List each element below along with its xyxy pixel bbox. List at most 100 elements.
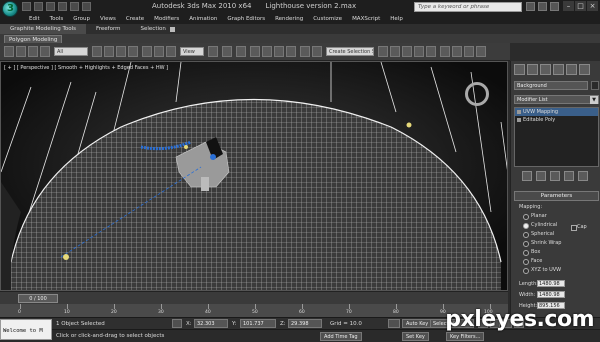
- time-slider[interactable]: 0 / 100: [0, 291, 508, 304]
- cap-checkbox[interactable]: Cap: [571, 224, 587, 231]
- key-filters-button[interactable]: Key Filters...: [446, 332, 485, 341]
- minimize-icon[interactable]: –: [563, 1, 574, 11]
- rendered-frame-window-icon[interactable]: [464, 46, 474, 57]
- y-coordinate-field[interactable]: 101.737: [240, 319, 276, 328]
- maxscript-listener[interactable]: Welcome to M: [0, 319, 52, 340]
- mapping-face-radio[interactable]: Face: [522, 258, 542, 265]
- select-scale-icon[interactable]: [166, 46, 176, 57]
- select-manipulate-icon[interactable]: [222, 46, 232, 57]
- show-end-result-icon[interactable]: [536, 171, 546, 181]
- new-file-icon[interactable]: [22, 2, 31, 11]
- set-key-button[interactable]: Set Key: [402, 332, 429, 341]
- stack-item-editable-poly[interactable]: Editable Poly: [515, 116, 598, 124]
- angle-snap-icon[interactable]: [262, 46, 272, 57]
- layer-manager-icon[interactable]: [390, 46, 400, 57]
- mapping-box-radio[interactable]: Box: [522, 249, 540, 256]
- hierarchy-tab-icon[interactable]: [540, 64, 551, 75]
- mapping-planar-radio[interactable]: Planar: [523, 213, 547, 220]
- material-editor-icon[interactable]: [440, 46, 450, 57]
- open-file-icon[interactable]: [34, 2, 43, 11]
- unlink-icon[interactable]: [28, 46, 38, 57]
- motion-tab-icon[interactable]: [553, 64, 564, 75]
- menu-group[interactable]: Group: [68, 14, 95, 24]
- close-icon[interactable]: ×: [587, 1, 598, 11]
- menu-modifiers[interactable]: Modifiers: [149, 14, 184, 24]
- modify-tab-icon[interactable]: [527, 64, 538, 75]
- reference-coordinate-dropdown[interactable]: View: [180, 47, 204, 56]
- redo-icon[interactable]: [70, 2, 79, 11]
- select-move-icon[interactable]: [142, 46, 152, 57]
- menu-graph-editors[interactable]: Graph Editors: [222, 14, 270, 24]
- viewport-label[interactable]: [ + ] [ Perspective ] [ Smooth + Highlig…: [4, 65, 168, 71]
- add-time-tag-button[interactable]: Add Time Tag: [320, 332, 362, 341]
- viewcube-icon[interactable]: [465, 82, 489, 106]
- perspective-viewport[interactable]: [ + ] [ Perspective ] [ Smooth + Highlig…: [0, 61, 508, 291]
- edit-named-selection-icon[interactable]: [300, 46, 310, 57]
- pin-stack-icon[interactable]: [522, 171, 532, 181]
- tab-freeform[interactable]: Freeform: [86, 24, 131, 34]
- display-tab-icon[interactable]: [566, 64, 577, 75]
- ribbon-toggle-icon[interactable]: [169, 26, 175, 32]
- spinner-snap-icon[interactable]: [286, 46, 296, 57]
- search-input[interactable]: Type a keyword or phrase: [414, 2, 522, 12]
- menu-tools[interactable]: Tools: [45, 14, 69, 24]
- schematic-view-icon[interactable]: [426, 46, 436, 57]
- graphite-toggle-icon[interactable]: [402, 46, 412, 57]
- remove-modifier-icon[interactable]: [564, 171, 574, 181]
- mapping-xyz-to-uvw-radio[interactable]: XYZ to UVW: [522, 267, 561, 274]
- lock-selection-icon[interactable]: [172, 319, 182, 328]
- select-object-icon[interactable]: [92, 46, 102, 57]
- menu-views[interactable]: Views: [95, 14, 121, 24]
- tab-graphite-modeling-tools[interactable]: Graphite Modeling Tools: [0, 24, 87, 34]
- key-icon[interactable]: [388, 319, 400, 328]
- undo-tool-icon[interactable]: [4, 46, 14, 57]
- helper-point[interactable]: [63, 254, 69, 260]
- keyboard-shortcut-icon[interactable]: [236, 46, 246, 57]
- auto-key-button[interactable]: Auto Key: [402, 319, 433, 328]
- modifier-list-dropdown[interactable]: Modifier List ▼: [514, 95, 599, 104]
- create-tab-icon[interactable]: [514, 64, 525, 75]
- menu-rendering[interactable]: Rendering: [270, 14, 308, 24]
- window-crossing-icon[interactable]: [128, 46, 138, 57]
- link-icon[interactable]: [16, 46, 26, 57]
- select-by-name-icon[interactable]: [104, 46, 114, 57]
- length-input[interactable]: 1480.98: [537, 280, 565, 287]
- select-rotate-icon[interactable]: [154, 46, 164, 57]
- maximize-icon[interactable]: □: [575, 1, 586, 11]
- align-icon[interactable]: [378, 46, 388, 57]
- x-coordinate-field[interactable]: 32.303: [194, 319, 228, 328]
- menu-customize[interactable]: Customize: [308, 14, 347, 24]
- helper-point[interactable]: [406, 122, 412, 128]
- selection-region-icon[interactable]: [116, 46, 126, 57]
- width-input[interactable]: 1480.98: [537, 291, 565, 298]
- curve-editor-icon[interactable]: [414, 46, 424, 57]
- selection-filter-dropdown[interactable]: All: [54, 47, 88, 56]
- z-coordinate-field[interactable]: 29.398: [288, 319, 322, 328]
- stack-item-uvw-mapping[interactable]: UVW Mapping: [515, 108, 598, 116]
- percent-snap-icon[interactable]: [274, 46, 284, 57]
- menu-create[interactable]: Create: [121, 14, 149, 24]
- project-folder-icon[interactable]: [82, 2, 91, 11]
- binoculars-icon[interactable]: [526, 2, 535, 11]
- save-file-icon[interactable]: [46, 2, 55, 11]
- mapping-spherical-radio[interactable]: Spherical: [522, 231, 554, 238]
- time-slider-handle[interactable]: 0 / 100: [18, 294, 58, 303]
- track-bar[interactable]: 0 10 20 30 40 50 60 70 80 90 100: [0, 304, 508, 317]
- tab-selection[interactable]: Selection: [131, 24, 185, 34]
- pivot-center-icon[interactable]: [208, 46, 218, 57]
- object-name-field[interactable]: Background: [514, 81, 588, 90]
- make-unique-icon[interactable]: [550, 171, 560, 181]
- object-color-swatch[interactable]: [591, 81, 599, 90]
- menu-maxscript[interactable]: MAXScript: [347, 14, 385, 24]
- helper-point[interactable]: [184, 145, 188, 149]
- utilities-tab-icon[interactable]: [579, 64, 590, 75]
- snaps-toggle-icon[interactable]: [250, 46, 260, 57]
- undo-icon[interactable]: [58, 2, 67, 11]
- configure-sets-icon[interactable]: [578, 171, 588, 181]
- menu-animation[interactable]: Animation: [184, 14, 222, 24]
- help-icon[interactable]: [550, 2, 559, 11]
- menu-help[interactable]: Help: [385, 14, 408, 24]
- bind-space-warp-icon[interactable]: [40, 46, 50, 57]
- app-logo-icon[interactable]: [2, 1, 18, 17]
- parameters-rollout[interactable]: Parameters: [514, 191, 599, 201]
